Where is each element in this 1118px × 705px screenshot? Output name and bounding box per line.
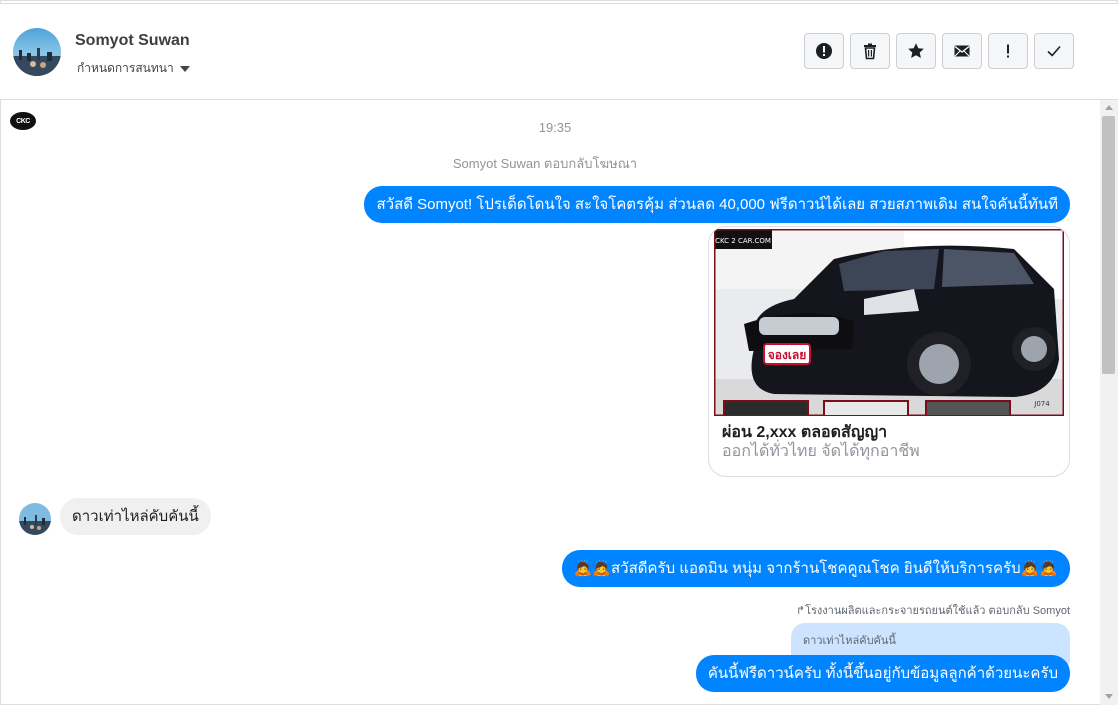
- star-icon: [908, 43, 924, 58]
- scrollbar-thumb[interactable]: [1102, 116, 1115, 374]
- contact-name[interactable]: Somyot Suwan: [75, 32, 190, 50]
- ad-car-image: จองเลย CKC 2 CAR.COM J074: [714, 229, 1064, 416]
- ad-image-watermark: CKC 2 CAR.COM: [715, 237, 771, 245]
- star-button[interactable]: [896, 33, 936, 69]
- message-thread[interactable]: CKC 19:35 Somyot Suwan ตอบกลับโฆษณา สวัส…: [0, 100, 1100, 705]
- trash-icon: [864, 43, 876, 60]
- contact-avatar-small: [19, 503, 51, 535]
- assign-label: กำหนดการสนทนา: [77, 61, 174, 75]
- conversation-header: Somyot Suwan กำหนดการสนทนา: [0, 4, 1118, 100]
- thread-scrollbar[interactable]: [1100, 100, 1118, 705]
- alert-circle-icon: [816, 43, 832, 59]
- scroll-up-arrow-icon[interactable]: [1105, 105, 1113, 110]
- outgoing-message[interactable]: คันนี้ฟรีดาวน์ครับ ทั้งนี้ขึ้นอยู่กับข้อ…: [695, 655, 1070, 692]
- assign-conversation-dropdown[interactable]: กำหนดการสนทนา: [77, 59, 190, 78]
- action-toolbar: [804, 33, 1074, 69]
- checkmark-icon: [1047, 45, 1061, 57]
- outgoing-message[interactable]: 🙇🙇สวัสดีครับ แอดมิน หนุ่ม จากร้านโชคคูณโ…: [561, 550, 1070, 587]
- contact-avatar[interactable]: [13, 28, 61, 76]
- scroll-down-arrow-icon[interactable]: [1105, 694, 1113, 699]
- ad-reply-notice: Somyot Suwan ตอบกลับโฆษณา: [452, 156, 638, 171]
- ad-image-badge: จองเลย: [768, 348, 807, 362]
- mark-unread-button[interactable]: [942, 33, 982, 69]
- ad-image-plate: J074: [1033, 400, 1050, 408]
- delete-button[interactable]: [850, 33, 890, 69]
- mark-done-button[interactable]: [1034, 33, 1074, 69]
- caret-down-icon: [179, 66, 190, 72]
- ad-card[interactable]: จองเลย CKC 2 CAR.COM J074 ผ่อน 2,xxx ตลอ…: [708, 226, 1070, 477]
- ad-subtitle: ออกได้ทั่วไทย จัดได้ทุกอาชีพ: [722, 443, 920, 460]
- incoming-message[interactable]: ดาวเท่าไหล่คับคันนี้: [60, 498, 211, 535]
- spam-button[interactable]: [804, 33, 844, 69]
- message-timestamp: 19:35: [538, 120, 572, 135]
- follow-up-button[interactable]: [988, 33, 1028, 69]
- envelope-icon: [954, 45, 970, 57]
- exclamation-icon: [1007, 44, 1009, 58]
- reply-context-note: ↱โรงงานผลิตและกระจายรถยนต์ใช้แล้ว ตอบกลั…: [795, 605, 1070, 617]
- outgoing-message[interactable]: สวัสดี Somyot! โปรเด็ดโดนใจ สะใจโคตรคุ้ม…: [364, 186, 1070, 223]
